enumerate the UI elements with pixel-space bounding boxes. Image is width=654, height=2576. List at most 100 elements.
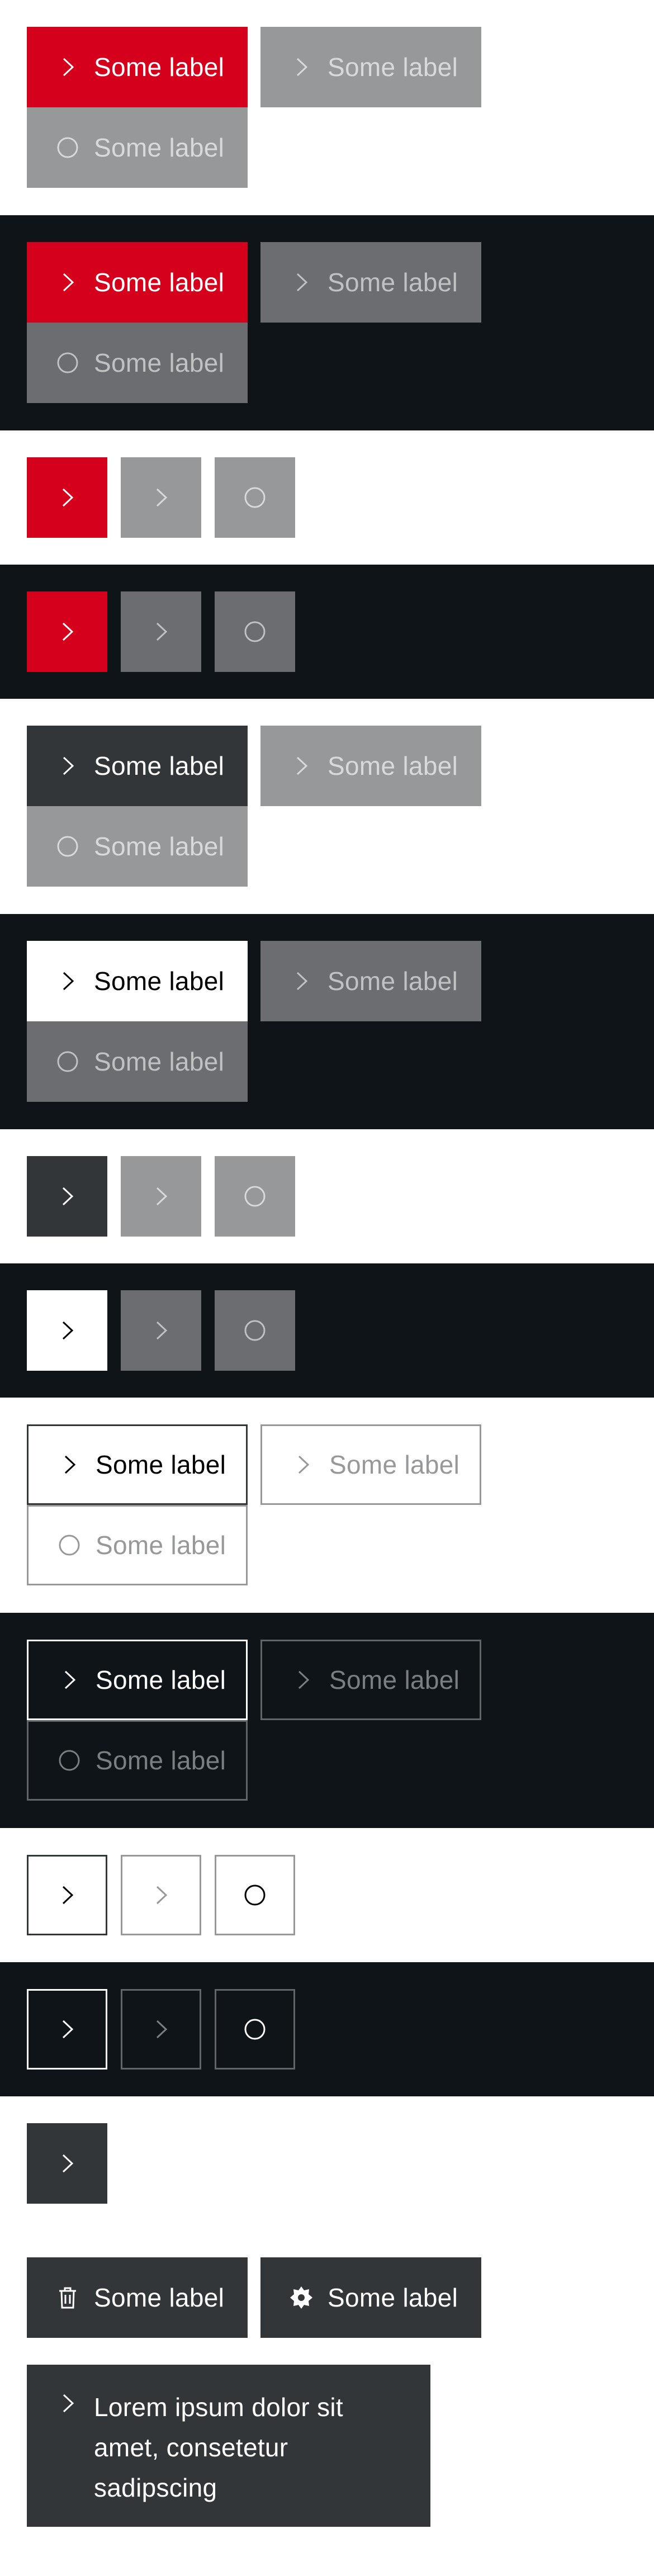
arrow-right-icon bbox=[55, 753, 80, 779]
secondary-icon-button[interactable] bbox=[27, 1290, 107, 1371]
tertiary-button-disabled: Some label bbox=[260, 1640, 481, 1720]
spinner-icon bbox=[242, 1318, 268, 1343]
primary-button-disabled: Some label bbox=[260, 242, 481, 323]
arrow-right-icon bbox=[148, 1183, 174, 1209]
arrow-right-icon bbox=[55, 269, 80, 295]
spinner-icon bbox=[55, 834, 80, 859]
button-label: Some label bbox=[96, 1531, 226, 1560]
button-label: Some label bbox=[328, 967, 458, 996]
arrow-right-icon bbox=[54, 1318, 80, 1343]
section-secondary-icon-dark bbox=[0, 1263, 654, 1398]
configure-button[interactable]: Some label bbox=[260, 2257, 481, 2338]
spinner-icon bbox=[55, 1049, 80, 1074]
primary-button[interactable]: Some label bbox=[27, 27, 248, 107]
button-label: Some label bbox=[328, 53, 458, 82]
secondary-button-disabled: Some label bbox=[260, 726, 481, 806]
button-label: Some label bbox=[94, 2283, 225, 2312]
button-label: Some label bbox=[328, 751, 458, 780]
spinner-icon bbox=[242, 1882, 268, 1908]
spinner-icon bbox=[242, 619, 268, 645]
button-label: Some label bbox=[94, 268, 225, 297]
section-secondary-dark: Some label Some label Some label bbox=[0, 914, 654, 1129]
arrow-right-icon bbox=[55, 968, 80, 994]
section-primary-icon-light bbox=[0, 430, 654, 565]
button-label: Lorem ipsum dolor sit amet, consetetur s… bbox=[94, 2393, 344, 2502]
section-secondary-icon-light bbox=[0, 1129, 654, 1263]
arrow-right-icon bbox=[54, 2016, 80, 2042]
arrow-right-icon bbox=[54, 1183, 80, 1209]
tertiary-icon-button-disabled bbox=[121, 1989, 201, 2070]
primary-button-loading: Some label bbox=[27, 107, 248, 188]
arrow-right-icon bbox=[55, 2390, 80, 2416]
button-label: Some label bbox=[94, 53, 225, 82]
primary-button-disabled: Some label bbox=[260, 27, 481, 107]
section-primary-icon-dark bbox=[0, 565, 654, 699]
spinner-icon bbox=[55, 350, 80, 376]
tertiary-button-loading: Some label bbox=[27, 1720, 248, 1801]
tertiary-icon-button[interactable] bbox=[27, 1855, 107, 1935]
primary-icon-button[interactable] bbox=[27, 457, 107, 538]
button-label: Some label bbox=[94, 751, 225, 780]
button-label: Some label bbox=[96, 1746, 226, 1775]
arrow-right-icon bbox=[290, 1452, 316, 1478]
tertiary-button[interactable]: Some label bbox=[27, 1424, 248, 1505]
arrow-right-icon bbox=[54, 619, 80, 645]
spinner-icon bbox=[55, 135, 80, 160]
arrow-right-icon bbox=[148, 1318, 174, 1343]
delete-button[interactable]: Some label bbox=[27, 2257, 248, 2338]
button-label: Some label bbox=[94, 1047, 225, 1076]
primary-icon-button[interactable] bbox=[27, 591, 107, 672]
primary-icon-button-loading bbox=[215, 591, 295, 672]
configure-icon bbox=[288, 2285, 314, 2310]
button-label: Some label bbox=[329, 1450, 460, 1479]
secondary-icon-button-disabled bbox=[121, 1290, 201, 1371]
arrow-right-icon bbox=[56, 1667, 82, 1693]
spinner-icon bbox=[242, 1183, 268, 1209]
arrow-right-icon bbox=[288, 269, 314, 295]
arrow-right-icon bbox=[54, 485, 80, 510]
secondary-icon-button[interactable] bbox=[27, 1156, 107, 1237]
section-tertiary-icon-dark bbox=[0, 1962, 654, 2096]
button-label: Some label bbox=[96, 1665, 226, 1694]
primary-button[interactable]: Some label bbox=[27, 242, 248, 323]
arrow-right-icon bbox=[148, 2016, 174, 2042]
secondary-button-disabled: Some label bbox=[260, 941, 481, 1021]
spinner-icon bbox=[242, 2016, 268, 2042]
secondary-icon-button-disabled bbox=[121, 1156, 201, 1237]
section-tertiary-dark: Some label Some label Some label bbox=[0, 1613, 654, 1828]
secondary-icon-button-loading bbox=[215, 1156, 295, 1237]
button-label: Some label bbox=[328, 2283, 458, 2312]
tertiary-icon-button-loading bbox=[215, 1855, 295, 1935]
secondary-button[interactable]: Some label bbox=[27, 726, 248, 806]
arrow-right-icon bbox=[54, 1882, 80, 1908]
tertiary-icon-button[interactable] bbox=[27, 1989, 107, 2070]
section-secondary-light: Some label Some label Some label bbox=[0, 699, 654, 914]
spinner-icon bbox=[56, 1532, 82, 1558]
arrow-right-icon bbox=[290, 1667, 316, 1693]
tertiary-icon-button-loading bbox=[215, 1989, 295, 2070]
tertiary-button[interactable]: Some label bbox=[27, 1640, 248, 1720]
tertiary-icon-button-disabled bbox=[121, 1855, 201, 1935]
arrow-right-icon bbox=[148, 619, 174, 645]
section-primary-light: Some label Some label Some label bbox=[0, 0, 654, 215]
arrow-right-icon bbox=[54, 2151, 80, 2176]
button-label: Some label bbox=[94, 832, 225, 861]
tertiary-button-loading: Some label bbox=[27, 1505, 248, 1585]
multiline-button[interactable]: Lorem ipsum dolor sit amet, consetetur s… bbox=[27, 2365, 430, 2527]
section-primary-dark: Some label Some label Some label bbox=[0, 215, 654, 430]
delete-icon bbox=[55, 2285, 80, 2310]
section-tertiary-icon-light bbox=[0, 1828, 654, 1962]
button-label: Some label bbox=[329, 1665, 460, 1694]
arrow-right-icon bbox=[288, 968, 314, 994]
secondary-button-loading: Some label bbox=[27, 1021, 248, 1102]
arrow-right-icon bbox=[148, 485, 174, 510]
primary-icon-button-loading bbox=[215, 457, 295, 538]
arrow-right-icon bbox=[288, 753, 314, 779]
button-label: Some label bbox=[96, 1450, 226, 1479]
icon-button[interactable] bbox=[27, 2123, 107, 2204]
secondary-button[interactable]: Some label bbox=[27, 941, 248, 1021]
button-label: Some label bbox=[94, 967, 225, 996]
arrow-right-icon bbox=[55, 54, 80, 80]
secondary-button-loading: Some label bbox=[27, 806, 248, 887]
primary-icon-button-disabled bbox=[121, 457, 201, 538]
